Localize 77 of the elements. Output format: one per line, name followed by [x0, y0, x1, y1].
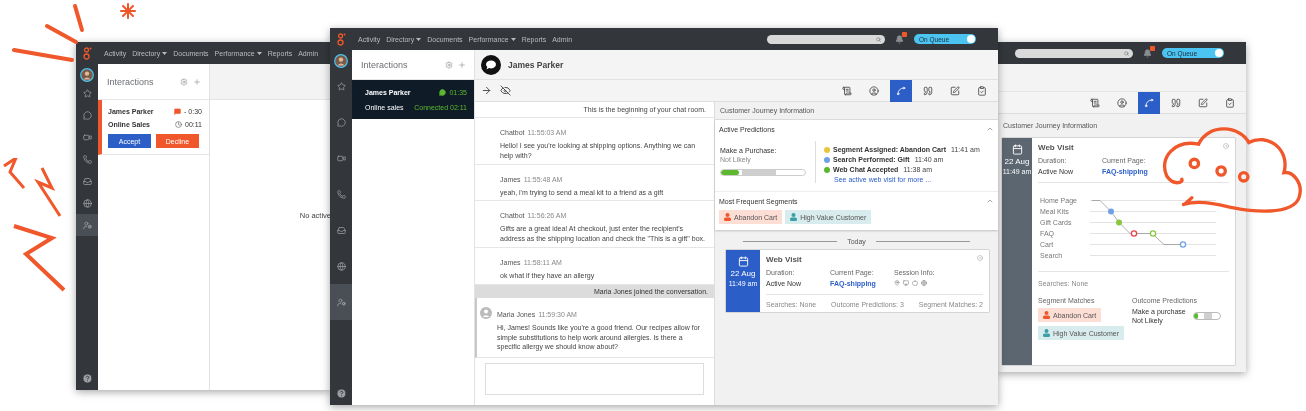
edit-icon [1198, 97, 1208, 108]
person-icon [1117, 97, 1127, 108]
panel-title: Interactions [107, 76, 155, 87]
star-icon [82, 88, 92, 98]
agent-icon [336, 297, 346, 307]
inbox-icon [336, 225, 346, 235]
caret-icon [162, 51, 168, 55]
caret-icon [256, 51, 262, 55]
caret-icon [416, 37, 422, 41]
video-icon [336, 153, 346, 163]
video-icon [82, 132, 92, 142]
journey-icon [896, 85, 906, 96]
prediction-bar [1192, 312, 1221, 320]
globe-icon [921, 280, 927, 286]
eye-off-icon[interactable] [500, 85, 511, 96]
clipboard-icon [977, 85, 987, 96]
bell-icon[interactable] [895, 34, 904, 44]
globe-icon [82, 198, 92, 208]
location-icon [894, 280, 900, 286]
phone-icon [336, 189, 346, 199]
collapse-icon[interactable] [986, 125, 994, 133]
chat-icon [82, 110, 92, 120]
help-icon[interactable] [81, 373, 93, 384]
visit-date: 22 Aug [1004, 157, 1030, 166]
settings-icon[interactable] [445, 60, 453, 69]
phone-icon [82, 154, 92, 164]
chat-icon [439, 89, 447, 96]
search-icon [1124, 50, 1129, 56]
quote-icon [1171, 97, 1181, 108]
quote-icon [923, 85, 933, 96]
conversation-title: James Parker [508, 59, 564, 70]
caret-icon [510, 37, 516, 41]
bell-icon[interactable] [1143, 48, 1152, 58]
person-icon [869, 85, 879, 96]
panel-title: Interactions [361, 59, 409, 70]
clipboard-icon [1225, 97, 1235, 108]
visit-title: Web Visit [766, 255, 802, 264]
status-icon [1223, 143, 1229, 149]
logo-icon[interactable] [336, 32, 346, 46]
visit-date: 22 Aug [730, 269, 756, 278]
transfer-icon[interactable] [481, 85, 492, 96]
search-icon [876, 36, 881, 42]
apple-icon [912, 280, 918, 286]
search-field[interactable] [1015, 48, 1133, 58]
chat-bubble-icon [481, 54, 501, 75]
collapse-icon[interactable] [986, 197, 994, 205]
add-icon[interactable] [458, 60, 466, 69]
settings-icon[interactable] [180, 77, 188, 86]
visit-title: Web Visit [1038, 143, 1074, 152]
add-icon[interactable] [193, 77, 201, 86]
chat-icon [174, 108, 182, 115]
script-icon [1090, 97, 1100, 108]
toolbar-button[interactable] [1138, 91, 1160, 114]
sidebar-item[interactable] [76, 214, 98, 236]
star-icon [336, 81, 346, 91]
chat-icon [336, 117, 346, 127]
avatar-icon [480, 306, 492, 319]
script-icon [842, 85, 852, 96]
monitor-icon [903, 280, 909, 286]
avatar-icon[interactable] [80, 68, 94, 82]
globe-icon [336, 261, 346, 271]
status-icon [977, 255, 983, 261]
message-input[interactable] [485, 363, 704, 395]
avatar-icon[interactable] [334, 54, 348, 68]
sidebar-item[interactable] [330, 284, 352, 320]
agent-icon [82, 220, 92, 230]
visit-card[interactable] [1001, 137, 1236, 366]
search-field[interactable] [767, 34, 885, 44]
calendar-icon [737, 256, 749, 267]
help-icon[interactable] [335, 388, 347, 399]
clock-icon [175, 121, 182, 128]
logo-icon[interactable] [82, 46, 92, 60]
calendar-icon [1011, 144, 1023, 155]
inbox-icon [82, 176, 92, 186]
journey-icon [1144, 97, 1154, 108]
toolbar-button[interactable] [890, 79, 912, 102]
edit-icon [950, 85, 960, 96]
